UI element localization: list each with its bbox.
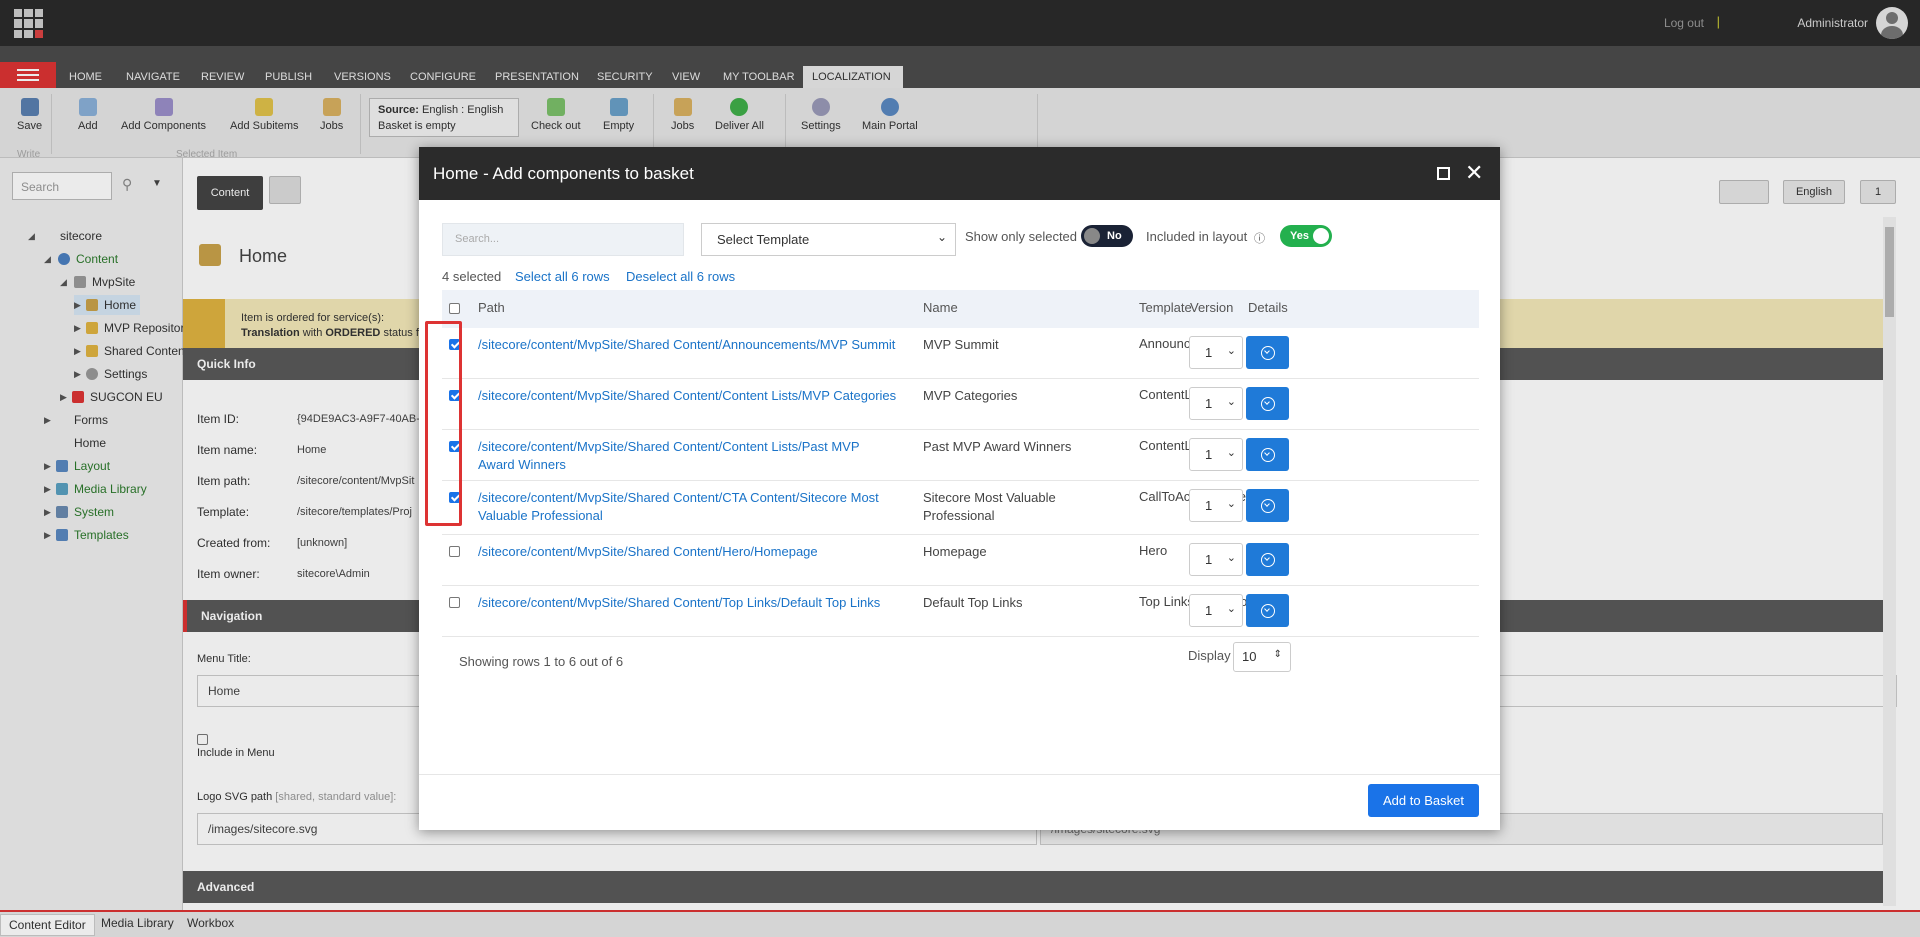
included-in-layout-label: Included in layout: [1146, 229, 1248, 244]
version-select[interactable]: 1 ⌄: [1189, 543, 1243, 576]
version-select[interactable]: 1 ⌄: [1189, 594, 1243, 627]
chevron-down-icon: [1264, 555, 1270, 561]
version-value: 1: [1205, 396, 1213, 411]
show-only-selected-label: Show only selected: [965, 229, 1078, 244]
chevron-down-icon: ⌄: [936, 230, 947, 244]
details-button[interactable]: [1246, 594, 1289, 627]
chevron-down-icon: ⌄: [1226, 498, 1236, 510]
details-button[interactable]: [1246, 438, 1289, 471]
pagination-info: Showing rows 1 to 6 out of 6: [459, 654, 624, 669]
row-name: Default Top Links: [923, 595, 1023, 610]
row-name: Homepage: [923, 544, 987, 559]
version-value: 1: [1205, 552, 1213, 567]
selected-count: 4 selected: [442, 269, 502, 284]
sort-icon: ⇕: [1273, 649, 1282, 660]
version-value: 1: [1205, 345, 1213, 360]
details-button[interactable]: [1246, 543, 1289, 576]
chevron-down-icon: [1264, 450, 1270, 456]
close-icon[interactable]: ✕: [1465, 160, 1483, 186]
add-to-basket-button[interactable]: Add to Basket: [1368, 784, 1479, 817]
row-path-link[interactable]: /sitecore/content/MvpSite/Shared Content…: [478, 594, 898, 612]
chevron-down-icon: [1264, 399, 1270, 405]
chevron-down-icon: ⌄: [1226, 603, 1236, 615]
chevron-down-icon: [1264, 348, 1270, 354]
details-button[interactable]: [1246, 336, 1289, 369]
chevron-down-icon: [1264, 501, 1270, 507]
template-select[interactable]: Select Template ⌄: [701, 223, 956, 256]
table-row[interactable]: /sitecore/content/MvpSite/Shared Content…: [442, 430, 1479, 481]
toggle-label: No: [1107, 230, 1122, 242]
info-icon[interactable]: ⓘ: [1254, 230, 1265, 246]
template-select-value: Select Template: [717, 232, 810, 247]
chevron-down-icon: ⌄: [1226, 345, 1236, 357]
select-all-checkbox[interactable]: [449, 303, 460, 314]
chevron-down-icon: ⌄: [1226, 447, 1236, 459]
column-name[interactable]: Name: [923, 300, 958, 315]
row-path-link[interactable]: /sitecore/content/MvpSite/Shared Content…: [478, 489, 898, 525]
dialog-header: Home - Add components to basket ✕: [419, 147, 1500, 200]
toggle-label: Yes: [1290, 230, 1309, 242]
table-row[interactable]: /sitecore/content/MvpSite/Shared Content…: [442, 535, 1479, 586]
table-row[interactable]: /sitecore/content/MvpSite/Shared Content…: [442, 481, 1479, 535]
version-value: 1: [1205, 498, 1213, 513]
row-checkbox[interactable]: [449, 597, 460, 608]
dialog-title: Home - Add components to basket: [433, 164, 694, 183]
highlight-box: [425, 321, 462, 526]
row-path-link[interactable]: /sitecore/content/MvpSite/Shared Content…: [478, 543, 898, 561]
row-template: Hero: [1139, 543, 1168, 558]
row-path-link[interactable]: /sitecore/content/MvpSite/Shared Content…: [478, 438, 898, 474]
chevron-down-icon: ⌄: [1226, 396, 1236, 408]
divider: [419, 774, 1500, 775]
column-path[interactable]: Path: [478, 300, 505, 315]
column-version[interactable]: Version: [1190, 300, 1233, 315]
version-select[interactable]: 1 ⌄: [1189, 387, 1243, 420]
page-size-value: 10: [1242, 649, 1257, 664]
maximize-icon[interactable]: [1437, 167, 1450, 180]
table-row[interactable]: /sitecore/content/MvpSite/Shared Content…: [442, 328, 1479, 379]
add-components-dialog: Home - Add components to basket ✕ Search…: [419, 147, 1500, 830]
details-button[interactable]: [1246, 387, 1289, 420]
deselect-all-link[interactable]: Deselect all 6 rows: [626, 269, 735, 284]
version-value: 1: [1205, 447, 1213, 462]
page-size-select[interactable]: 10 ⇕: [1233, 642, 1291, 672]
version-select[interactable]: 1 ⌄: [1189, 489, 1243, 522]
version-select[interactable]: 1 ⌄: [1189, 336, 1243, 369]
table-header: Path Name Template Version Details: [442, 290, 1479, 328]
row-name: MVP Categories: [923, 388, 1018, 403]
version-value: 1: [1205, 603, 1213, 618]
row-checkbox[interactable]: [449, 546, 460, 557]
row-name: Sitecore Most Valuable Professional: [923, 490, 1056, 523]
details-button[interactable]: [1246, 489, 1289, 522]
table-row[interactable]: /sitecore/content/MvpSite/Shared Content…: [442, 379, 1479, 430]
chevron-down-icon: ⌄: [1226, 552, 1236, 564]
chevron-down-icon: [1264, 606, 1270, 612]
column-details[interactable]: Details: [1248, 300, 1288, 315]
row-path-link[interactable]: /sitecore/content/MvpSite/Shared Content…: [478, 336, 898, 354]
row-path-link[interactable]: /sitecore/content/MvpSite/Shared Content…: [478, 387, 898, 405]
version-select[interactable]: 1 ⌄: [1189, 438, 1243, 471]
row-name: MVP Summit: [923, 337, 999, 352]
row-name: Past MVP Award Winners: [923, 439, 1072, 454]
show-only-selected-toggle[interactable]: No: [1081, 225, 1133, 247]
select-all-link[interactable]: Select all 6 rows: [515, 269, 610, 284]
display-label: Display: [1188, 648, 1231, 663]
search-input[interactable]: Search...: [442, 223, 684, 256]
included-in-layout-toggle[interactable]: Yes: [1280, 225, 1332, 247]
table-row[interactable]: /sitecore/content/MvpSite/Shared Content…: [442, 586, 1479, 637]
column-template[interactable]: Template: [1139, 300, 1192, 315]
